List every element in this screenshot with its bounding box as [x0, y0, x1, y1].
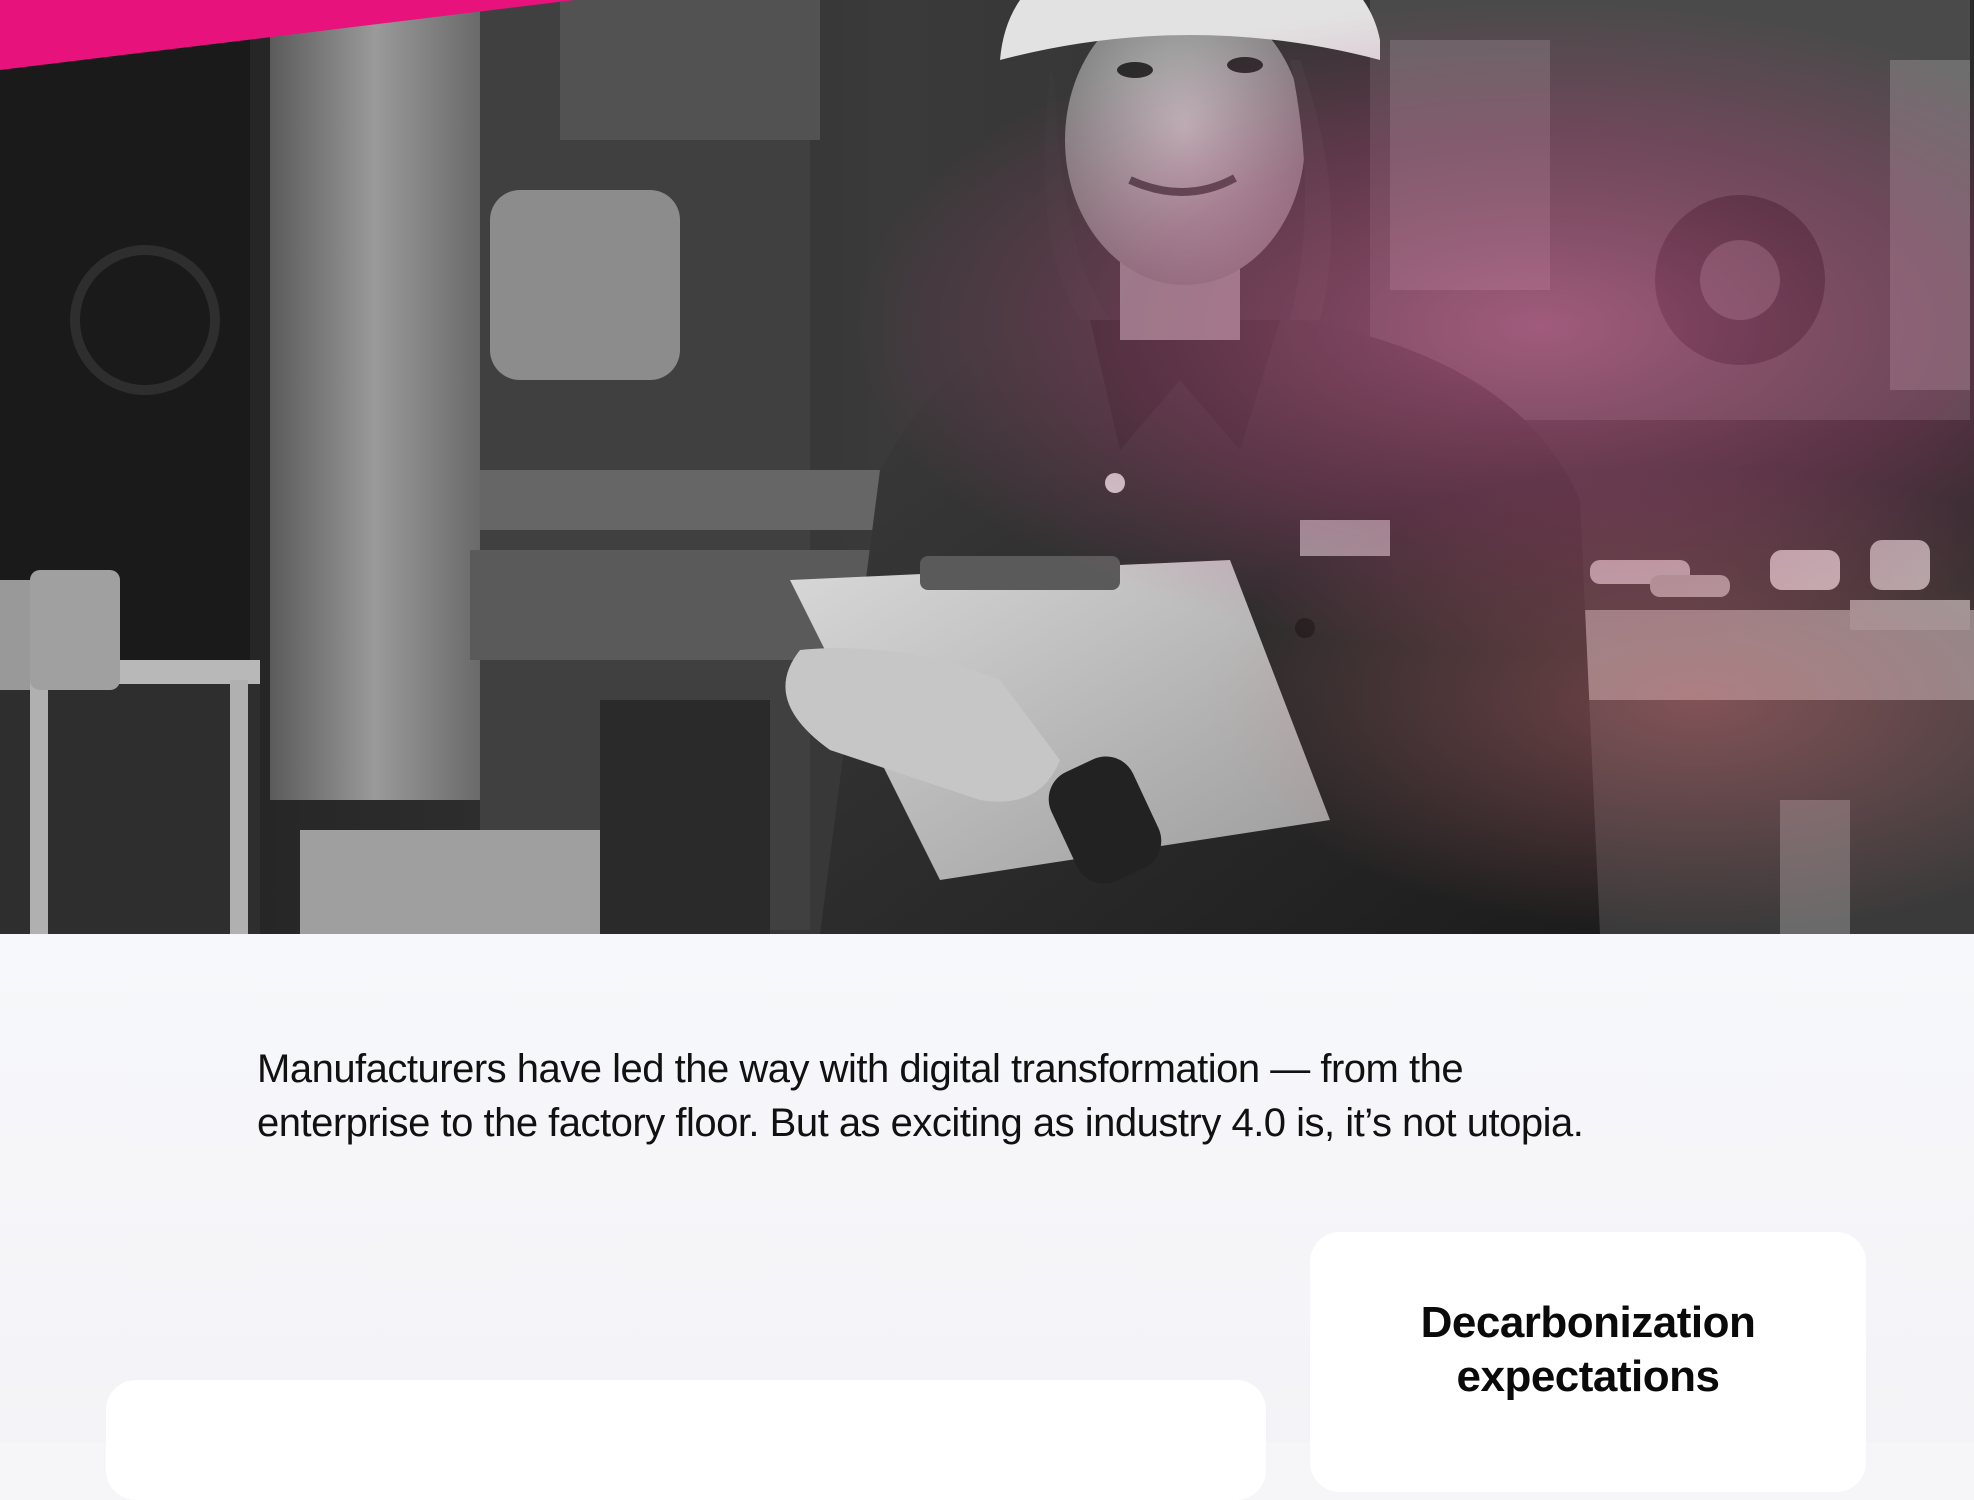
card-title-line-2: expectations: [1456, 1352, 1720, 1401]
intro-line-1: Manufacturers have led the way with digi…: [257, 1047, 1464, 1091]
card-title-line-1: Decarbonization: [1420, 1298, 1756, 1347]
pink-banner-stripe: [0, 0, 575, 70]
intro-line-2: enterprise to the factory floor. But as …: [257, 1101, 1584, 1145]
intro-paragraph: Manufacturers have led the way with digi…: [257, 1042, 1717, 1150]
content-card: [106, 1380, 1266, 1500]
hero-photo: [0, 0, 1974, 934]
card-title: Decarbonization expectations: [1310, 1296, 1866, 1404]
decarbonization-card: Decarbonization expectations: [1310, 1232, 1866, 1492]
factory-worker-illustration: [0, 0, 1974, 934]
